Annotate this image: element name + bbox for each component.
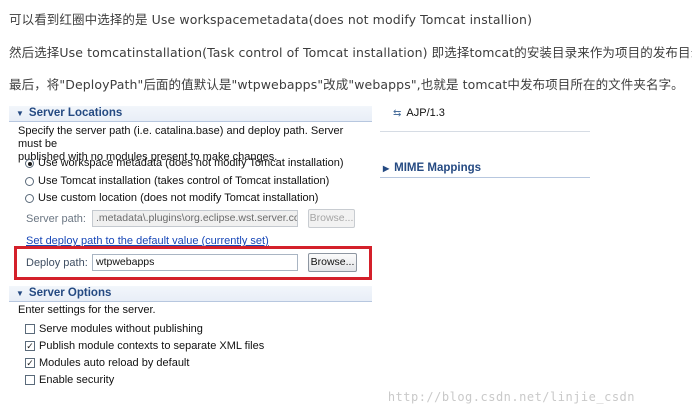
checkbox-label-security: Enable security [39,374,115,386]
server-locations-panel: ▼ Server Locations Specify the server pa… [0,0,692,407]
mime-mappings-header[interactable]: ▶ MIME Mappings [383,162,481,174]
collapse-triangle-icon[interactable]: ▼ [16,289,24,298]
checkbox-publish-contexts[interactable]: ✓ Publish module contexts to separate XM… [25,340,264,352]
deploy-path-label: Deploy path: [26,257,88,269]
checkbox-label-publish: Publish module contexts to separate XML … [39,340,265,352]
section-divider [9,301,372,302]
collapse-triangle-icon[interactable]: ▼ [16,109,24,118]
checkbox-label-serve: Serve modules without publishing [39,323,203,335]
radio-label-workspace: Use workspace metadata (does not modify … [38,157,344,169]
description-line-1: Specify the server path (i.e. catalina.b… [18,125,344,150]
checkbox-unchecked-icon[interactable] [25,375,35,385]
server-options-header[interactable]: ▼ Server Options [16,287,111,299]
server-locations-title: Server Locations [28,107,123,119]
mime-mappings-title: MIME Mappings [394,162,482,174]
deploy-path-browse-button[interactable]: Browse... [308,253,357,272]
section-divider [9,121,372,122]
server-options-title: Server Options [28,287,112,299]
ajp-label: AJP/1.3 [406,107,445,119]
radio-label-tomcat: Use Tomcat installation (takes control o… [38,175,330,187]
checkbox-checked-icon[interactable]: ✓ [25,341,35,351]
radio-unselected-icon[interactable] [25,193,34,203]
mime-divider [380,177,590,178]
radio-unselected-icon[interactable] [25,176,34,186]
right-divider [380,131,590,132]
checkbox-checked-icon[interactable]: ✓ [25,358,35,368]
connector-icon: ⇆ [393,107,402,119]
server-path-field[interactable]: .metadata\.plugins\org.eclipse.wst.serve… [92,210,298,227]
server-path-browse-button[interactable]: Browse... [308,209,355,228]
deploy-path-input[interactable]: wtpwebapps [92,254,298,271]
radio-use-custom-location[interactable]: Use custom location (does not modify Tom… [25,192,318,204]
checkbox-unchecked-icon[interactable] [25,324,35,334]
radio-label-custom: Use custom location (does not modify Tom… [38,192,319,204]
checkbox-auto-reload[interactable]: ✓ Modules auto reload by default [25,357,189,369]
server-options-description: Enter settings for the server. [18,304,156,316]
watermark-text: http://blog.csdn.net/linjie_csdn [387,390,635,404]
radio-use-workspace-metadata[interactable]: Use workspace metadata (does not modify … [25,157,344,169]
checkbox-label-reload: Modules auto reload by default [39,357,190,369]
radio-use-tomcat-installation[interactable]: Use Tomcat installation (takes control o… [25,175,329,187]
radio-selected-icon[interactable] [25,158,34,168]
checkbox-enable-security[interactable]: Enable security [25,374,114,386]
server-locations-header[interactable]: ▼ Server Locations [16,107,122,119]
ajp-connector-item[interactable]: ⇆ AJP/1.3 [393,107,445,119]
expand-triangle-icon[interactable]: ▶ [383,164,389,173]
server-path-label: Server path: [26,213,86,225]
checkbox-serve-modules[interactable]: Serve modules without publishing [25,323,203,335]
